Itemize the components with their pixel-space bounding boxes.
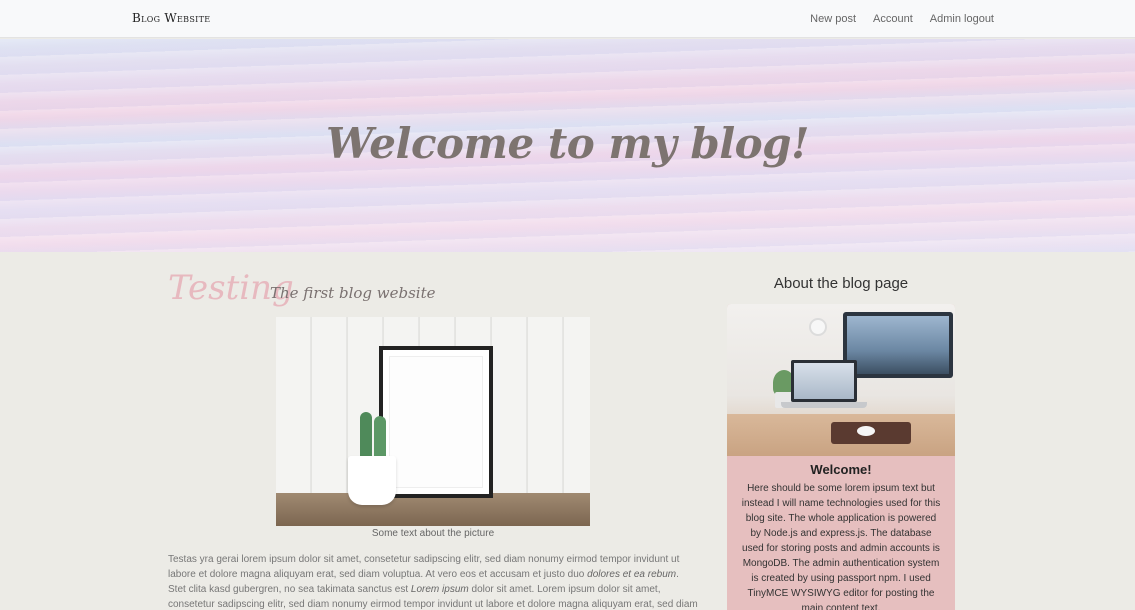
post-subtitle: The first blog website [270, 284, 436, 302]
about-card-text: Here should be some lorem ipsum text but… [741, 483, 941, 610]
laptop-screen [794, 363, 854, 399]
post-body-emphasis: Lorem ipsum [410, 584, 469, 595]
laptop-base [781, 402, 867, 408]
brand-logo[interactable]: Blog Website [132, 11, 210, 25]
navbar: Blog Website New post Account Admin logo… [0, 0, 1135, 38]
post-body-emphasis: dolores et ea rebum [587, 569, 677, 580]
about-card: Welcome! Here should be some lorem ipsum… [727, 304, 955, 610]
laptop-shape [791, 360, 857, 402]
hero-title: Welcome to my blog! [326, 119, 809, 168]
image-caption: Some text about the picture [371, 528, 495, 539]
lamp-shape [809, 318, 827, 336]
hero-banner: Welcome to my blog! [0, 39, 1135, 252]
image-cactus [360, 412, 372, 458]
monitor-screen [847, 316, 949, 374]
monitor-shape [843, 312, 953, 378]
mouse-shape [857, 426, 875, 436]
image-pot [348, 456, 396, 505]
image-cactus [374, 416, 386, 458]
nav-links: New post Account Admin logout [810, 13, 994, 25]
post-image [276, 317, 590, 526]
nav-link-new-post[interactable]: New post [810, 13, 856, 25]
post-body: Testas yra gerai lorem ipsum dolor sit a… [168, 552, 698, 610]
sidebar-heading: About the blog page [773, 275, 909, 292]
nav-link-admin-logout[interactable]: Admin logout [930, 13, 994, 25]
nav-link-account[interactable]: Account [873, 13, 913, 25]
image-frame-inner [389, 356, 483, 488]
about-card-title: Welcome! [810, 462, 872, 477]
about-card-image [727, 304, 955, 456]
image-frame [379, 346, 493, 498]
